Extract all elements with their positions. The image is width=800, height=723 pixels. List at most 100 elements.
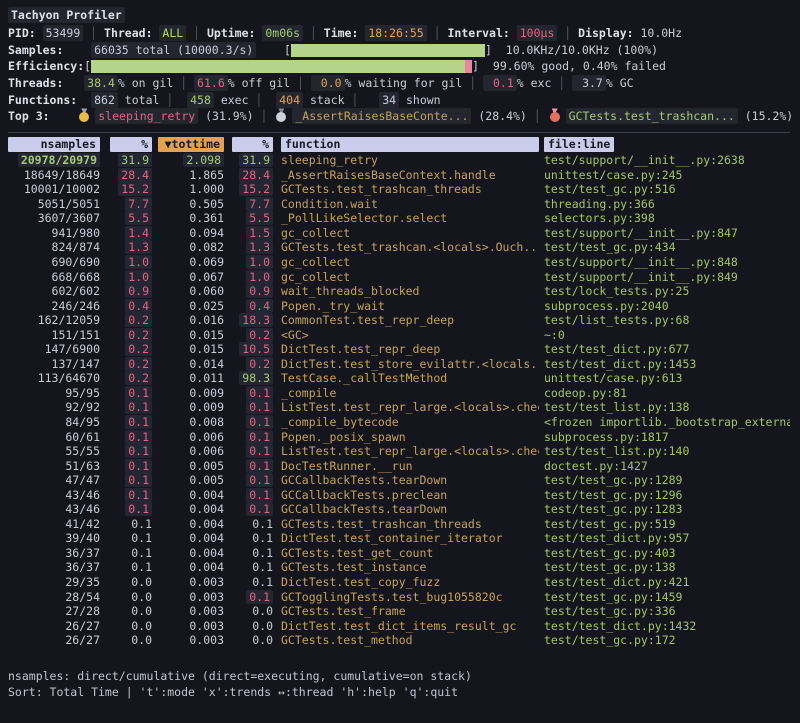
bar-open-bracket: [ (84, 59, 91, 73)
silver-medal-icon (276, 108, 286, 122)
table-row[interactable]: 60/610.10.0060.1Popen._posix_spawnsubpro… (8, 430, 790, 445)
table-row[interactable]: 941/9801.40.0941.5gc_collecttest/support… (8, 226, 790, 241)
table-row[interactable]: 26/270.00.0030.0GCTests.test_methodtest/… (8, 633, 790, 648)
pct-cumulative-cell: 0.1 (232, 502, 273, 517)
col-header-file-line[interactable]: file:line (544, 137, 790, 153)
table-row[interactable]: 36/370.10.0040.1GCTests.test_get_countte… (8, 546, 790, 561)
col-header-pct-direct[interactable]: % (110, 137, 152, 153)
pct-direct-cell: 0.1 (110, 546, 152, 561)
table-row[interactable]: 27/280.00.0030.0GCTests.test_frametest/t… (8, 604, 790, 619)
cell-value: test/test_gc.py:138 (544, 560, 676, 574)
table-row[interactable]: 162/120590.20.01618.3CommonTest.test_rep… (8, 313, 790, 328)
cell-value: 5.5 (125, 211, 152, 225)
cell-value: 31.9 (118, 153, 152, 167)
bar-close-bracket: ] (472, 59, 479, 73)
cell-value: subprocess.py:1817 (544, 430, 669, 444)
cell-value: 51/63 (65, 459, 100, 473)
cell-value: test/test_gc.py:1289 (544, 473, 682, 487)
col-header-nsamples[interactable]: nsamples (8, 137, 100, 153)
table-row[interactable]: 41/420.10.0040.1GCTests.test_trashcan_th… (8, 517, 790, 532)
table-row[interactable]: 602/6020.90.0600.9wait_threads_blockedte… (8, 284, 790, 299)
table-row[interactable]: 5051/50517.70.5057.7Condition.waitthread… (8, 197, 790, 212)
cell-value: ListTest.test_repr_large.<locals>.check (281, 400, 539, 414)
file-line-cell: ~:0 (544, 328, 790, 343)
cell-value: 0.009 (189, 400, 224, 414)
efficiency-line: Efficiency:[] 99.60% good, 0.40% failed (8, 58, 790, 75)
table-row[interactable]: 47/470.10.0050.1GCCallbackTests.tearDown… (8, 473, 790, 488)
cell-value: 0.1 (246, 415, 273, 429)
cell-value: 0.006 (189, 430, 224, 444)
cell-value: _AssertRaisesBaseContext.handle (281, 168, 496, 182)
table-row[interactable]: 26/270.00.0030.0DictTest.test_dict_items… (8, 619, 790, 634)
col-header-tottime[interactable]: ▼tottime (158, 137, 224, 153)
pct-cumulative-cell: 0.0 (232, 633, 273, 648)
file-line-cell: test/support/__init__.py:848 (544, 255, 790, 270)
top3-function-name: sleeping_retry (95, 108, 198, 124)
cell-value: test/test_list.py:138 (544, 400, 689, 414)
table-row[interactable]: 824/8741.30.0821.3GCTests.test_trashcan.… (8, 240, 790, 255)
col-header-pct-cumulative[interactable]: % (232, 137, 273, 153)
table-row[interactable]: 246/2460.40.0250.4Popen._try_waitsubproc… (8, 299, 790, 314)
cell-value: 0.005 (189, 459, 224, 473)
cell-value: ~:0 (544, 328, 565, 342)
pct-direct-cell: 5.5 (110, 211, 152, 226)
cell-value: doctest.py:1427 (544, 459, 648, 473)
cell-value: 0.060 (189, 284, 224, 298)
file-line-cell: subprocess.py:1817 (544, 430, 790, 445)
tottime-cell: 0.361 (158, 211, 224, 226)
cell-value: <GC> (281, 328, 309, 342)
file-line-cell: test/list_tests.py:68 (544, 313, 790, 328)
samples-rate-value: 10.0KHz/10.0KHz (100%) (492, 43, 658, 57)
table-row[interactable]: 668/6681.00.0671.0gc_collecttest/support… (8, 270, 790, 285)
cell-value: 151/151 (52, 328, 100, 342)
table-row[interactable]: 690/6901.00.0691.0gc_collecttest/support… (8, 255, 790, 270)
table-row[interactable]: 92/920.10.0090.1ListTest.test_repr_large… (8, 400, 790, 415)
table-row[interactable]: 43/460.10.0040.1GCCallbackTests.preclean… (8, 488, 790, 503)
file-line-cell: test/test_list.py:140 (544, 444, 790, 459)
title-line: Tachyon Profiler (8, 8, 790, 25)
cell-value: GCTests.test_method (281, 633, 413, 647)
table-row[interactable]: 147/69000.20.01510.5DictTest.test_repr_d… (8, 342, 790, 357)
uptime-value: 0m06s (262, 25, 303, 41)
cell-value: test/test_gc.py:516 (544, 182, 676, 196)
tottime-cell: 0.025 (158, 299, 224, 314)
table-row[interactable]: 28/540.00.0030.1GCTogglingTests.test_bug… (8, 590, 790, 605)
file-line-cell: test/test_gc.py:1459 (544, 590, 790, 605)
time-label: Time: (324, 26, 366, 40)
cell-value: 0.005 (189, 473, 224, 487)
table-row[interactable]: 36/370.10.0040.1GCTests.test_instancetes… (8, 560, 790, 575)
table-row[interactable]: 29/350.00.0030.1DictTest.test_copy_fuzzt… (8, 575, 790, 590)
tottime-cell: 0.069 (158, 255, 224, 270)
table-header-row: nsamples% ▼tottime% function file:line (8, 137, 790, 153)
table-row[interactable]: 18649/1864928.41.86528.4_AssertRaisesBas… (8, 168, 790, 183)
cell-value: 0.505 (189, 197, 224, 211)
cell-value: 0.1 (252, 575, 273, 589)
table-row[interactable]: 10001/1000215.21.00015.2GCTests.test_tra… (8, 182, 790, 197)
cell-value: 0.1 (246, 473, 273, 487)
pct-direct-cell: 0.1 (110, 502, 152, 517)
function-cell: wait_threads_blocked (281, 284, 539, 299)
green-bar-segment (91, 60, 465, 73)
table-row[interactable]: 113/646700.20.01198.3TestCase._callTestM… (8, 371, 790, 386)
table-row[interactable]: 55/550.10.0060.1ListTest.test_repr_large… (8, 444, 790, 459)
col-header-function[interactable]: function (281, 137, 539, 153)
table-row[interactable]: 20978/2097931.92.09831.9sleeping_retryte… (8, 153, 790, 168)
table-row[interactable]: 39/400.10.0040.1DictTest.test_container_… (8, 531, 790, 546)
table-row[interactable]: 151/1510.20.0150.2<GC>~:0 (8, 328, 790, 343)
table-row[interactable]: 84/950.10.0080.1_compile_bytecode<frozen… (8, 415, 790, 430)
tottime-cell: 0.004 (158, 560, 224, 575)
table-row[interactable]: 51/630.10.0050.1DocTestRunner.__rundocte… (8, 459, 790, 474)
cell-value: 0.0 (252, 604, 273, 618)
table-row[interactable]: 43/460.10.0040.1GCCallbackTests.tearDown… (8, 502, 790, 517)
cell-value: 0.009 (189, 386, 224, 400)
file-line-cell: test/test_dict.py:957 (544, 531, 790, 546)
pct-cumulative-cell: 0.2 (232, 357, 273, 372)
pct-cumulative-cell: 15.2 (232, 182, 273, 197)
table-row[interactable]: 137/1470.20.0140.2DictTest.test_store_ev… (8, 357, 790, 372)
pct-cumulative-cell: 0.1 (232, 386, 273, 401)
function-cell: GCTests.test_frame (281, 604, 539, 619)
table-row[interactable]: 3607/36075.50.3615.5_PollLikeSelector.se… (8, 211, 790, 226)
table-row[interactable]: 95/950.10.0090.1_compilecodeop.py:81 (8, 386, 790, 401)
cell-value: 0.014 (189, 357, 224, 371)
gc-value: 3.7 (572, 75, 606, 91)
